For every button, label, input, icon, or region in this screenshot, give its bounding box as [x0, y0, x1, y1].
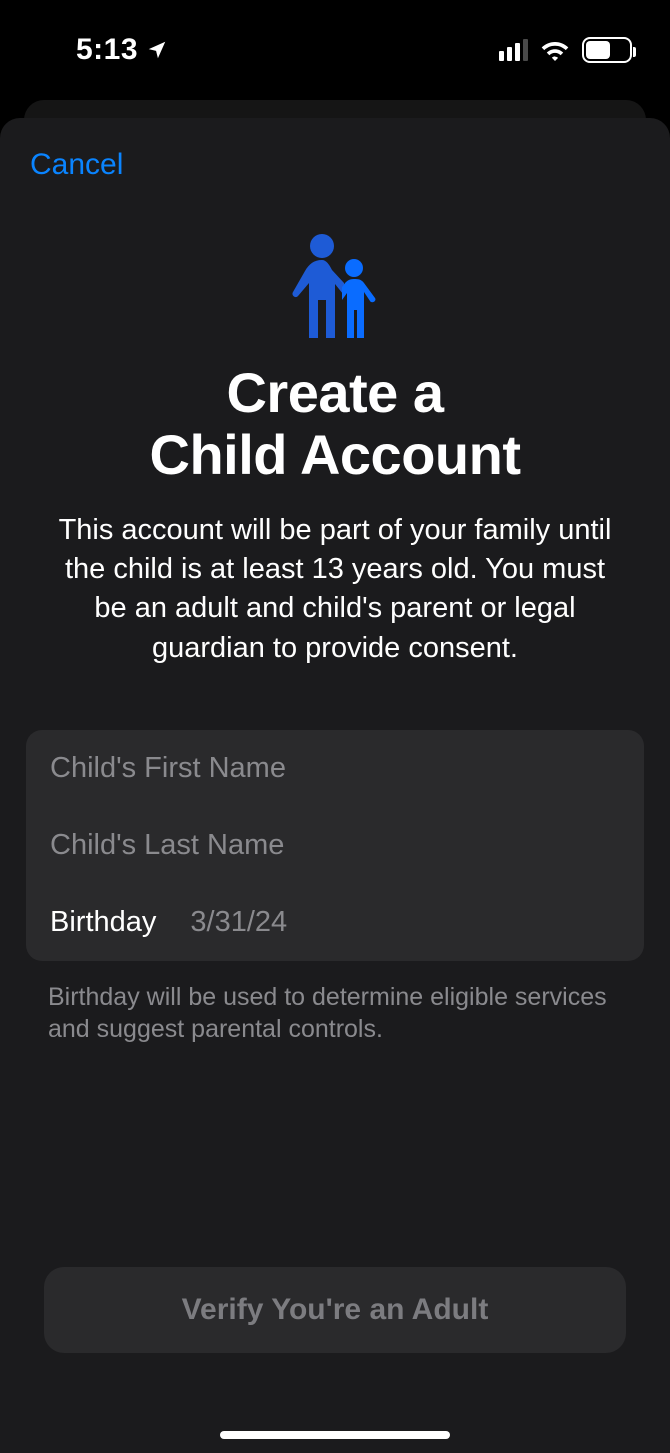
home-indicator[interactable] — [220, 1431, 450, 1439]
battery-icon: 52 — [582, 37, 632, 63]
wifi-icon — [540, 39, 570, 61]
page-title: Create aChild Account — [46, 362, 624, 485]
status-bar: 5:13 52 — [0, 0, 670, 100]
birthday-footnote: Birthday will be used to determine eligi… — [26, 981, 644, 1046]
last-name-field[interactable] — [50, 829, 620, 862]
birthday-label: Birthday — [50, 906, 156, 939]
child-form: Birthday 3/31/24 — [26, 730, 644, 961]
page-subtitle: This account will be part of your family… — [46, 511, 624, 668]
cancel-button[interactable]: Cancel — [26, 148, 127, 182]
family-icon — [280, 230, 390, 340]
birthday-value: 3/31/24 — [190, 906, 287, 939]
modal-sheet: Cancel Create aChild Account This accoun… — [0, 118, 670, 1453]
verify-adult-button[interactable]: Verify You're an Adult — [44, 1267, 626, 1353]
cellular-icon — [499, 39, 528, 61]
location-icon — [146, 39, 168, 61]
birthday-row[interactable]: Birthday 3/31/24 — [26, 884, 644, 961]
first-name-field[interactable] — [50, 752, 620, 785]
status-time: 5:13 — [76, 33, 138, 67]
